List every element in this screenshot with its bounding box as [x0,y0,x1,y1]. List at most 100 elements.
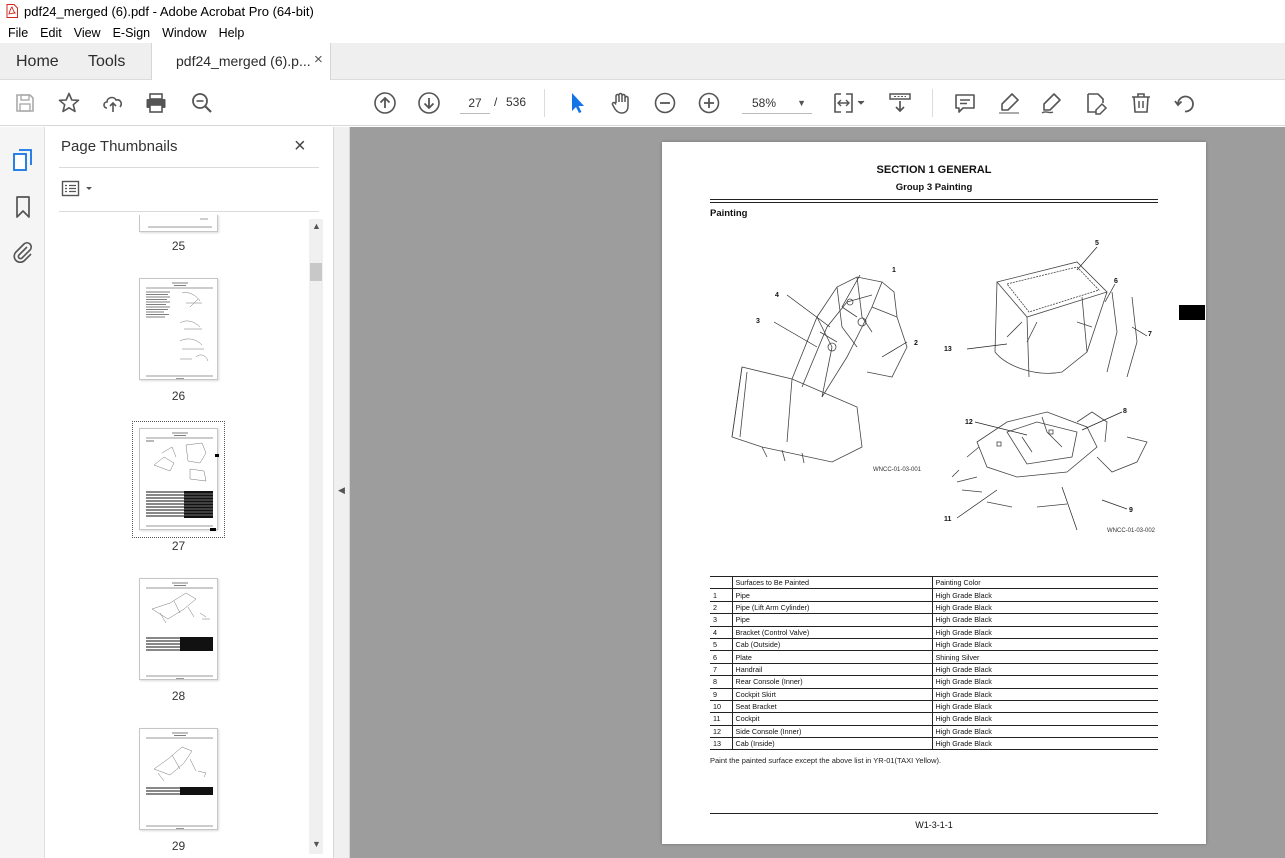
color-cell: High Grade Black [932,737,1158,751]
menu-esign[interactable]: E-Sign [107,26,157,40]
zoom-value: 58% [752,96,777,110]
surface-cell: Pipe [732,613,933,627]
scroll-up-icon[interactable]: ▲ [312,221,321,231]
scroll-thumb[interactable] [310,263,322,281]
draw-icon[interactable] [1040,91,1064,115]
item-number-cell: 1 [710,588,733,602]
thumbnail-label: 28 [171,689,186,703]
print-icon[interactable] [144,91,168,115]
select-cursor-icon[interactable] [565,91,589,115]
thumbnail-label: 29 [171,839,186,853]
callout-12: 12 [965,419,973,426]
color-cell: High Grade Black [932,688,1158,701]
panel-title: Page Thumbnails [61,138,178,155]
delete-icon[interactable] [1129,91,1153,115]
tab-tools[interactable]: Tools [88,43,125,80]
scroll-down-icon[interactable]: ▼ [312,839,321,849]
rotate-icon[interactable] [1173,91,1197,115]
page-down-icon[interactable] [417,91,441,115]
hand-icon[interactable] [609,91,633,115]
star-icon[interactable] [57,91,81,115]
tab-home[interactable]: Home [16,43,59,80]
item-number-cell: 12 [710,725,733,739]
zoom-out-icon[interactable] [653,91,677,115]
divider [59,211,319,212]
callout-3: 3 [756,318,760,325]
item-number-cell: 5 [710,638,733,652]
thumbnail-page-29[interactable] [139,728,218,830]
header-cell [710,575,733,590]
section-heading: Painting [710,208,748,219]
thumbnail-page-25[interactable] [139,215,218,232]
thumbnail-page-28[interactable] [139,578,218,680]
item-number-cell: 4 [710,626,733,639]
table-row: 2 Pipe (Lift Arm Cylinder) High Grade Blac… [710,601,1158,615]
page-edge-marker [1179,305,1205,320]
menu-bar: File Edit View E-Sign Window Help [0,22,1285,43]
tab-document-label: pdf24_merged (6).p... [176,53,311,69]
attachment-icon[interactable] [11,240,35,264]
zoom-search-icon[interactable] [190,91,214,115]
save-icon[interactable] [13,91,37,115]
callout-1: 1 [892,267,896,274]
item-number-cell: 13 [710,737,733,751]
callout-9: 9 [1129,507,1133,514]
table-row: 9 Cockpit Skirt High Grade Black [710,688,1158,701]
panel-collapse-handle[interactable]: ◀ [333,127,350,858]
surface-cell: Cockpit [732,712,933,726]
upload-icon[interactable] [101,91,125,115]
toolbar-divider [544,89,545,117]
color-cell: High Grade Black [932,700,1158,714]
surface-cell: Cab (Inside) [732,737,933,751]
title-rule [710,199,1158,200]
table-row: 11 Cockpit High Grade Black [710,712,1158,726]
pdf-file-icon [6,4,18,18]
section-title: SECTION 1 GENERAL [876,164,992,176]
menu-file[interactable]: File [2,26,34,40]
surface-cell: Seat Bracket [732,700,933,714]
surface-cell: Side Console (Inner) [732,725,933,739]
scroll-mode-icon[interactable] [888,91,912,115]
document-viewer[interactable]: SECTION 1 GENERAL Group 3 Painting Paint… [350,127,1285,858]
comment-icon[interactable] [953,91,977,115]
menu-help[interactable]: Help [213,26,251,40]
item-number-cell: 8 [710,675,733,689]
thumbnails-scrollbar[interactable]: ▲ ▼ [309,219,323,854]
page-thumbnails-icon[interactable] [11,148,35,172]
thumbnail-label: 27 [171,539,186,553]
item-number-cell: 6 [710,650,733,664]
surface-cell: Pipe [732,588,933,602]
thumbnail-label: 25 [171,239,186,253]
close-icon[interactable]: × [294,135,306,158]
surface-cell: Pipe (Lift Arm Cylinder) [732,601,933,615]
thumbnail-page-26[interactable] [139,278,218,380]
page-separator: / [494,95,498,109]
stamp-edit-icon[interactable] [1084,91,1108,115]
toolbar-divider [932,89,933,117]
table-row: 4 Bracket (Control Valve) High Grade Black [710,626,1158,639]
table-row: 12 Side Console (Inner) High Grade Black [710,725,1158,739]
color-cell: High Grade Black [932,712,1158,726]
thumbnail-options-icon[interactable] [61,179,97,199]
close-tab-icon[interactable]: × [314,51,323,68]
thumbnail-page-27[interactable] [139,428,219,531]
item-number-cell: 2 [710,601,733,615]
callout-5: 5 [1095,240,1099,247]
zoom-in-icon[interactable] [697,91,721,115]
tab-document[interactable]: pdf24_merged (6).p... × [151,43,331,81]
painting-table: Surfaces to Be Painted Painting Color 1P… [710,575,1158,751]
highlight-icon[interactable] [997,91,1021,115]
fit-page-icon[interactable] [832,91,868,115]
menu-view[interactable]: View [68,26,107,40]
table-row: 6 Plate Shining Silver [710,650,1158,664]
page-number-input[interactable]: 27 [460,92,490,114]
zoom-select[interactable]: 58% ▼ [742,92,812,114]
item-number-cell: 7 [710,663,733,677]
menu-edit[interactable]: Edit [34,26,68,40]
table-header-row: Surfaces to Be Painted Painting Color [710,575,1158,590]
page-up-icon[interactable] [373,91,397,115]
table-row: 13 Cab (Inside) High Grade Black [710,737,1158,751]
bookmark-icon[interactable] [11,195,35,219]
menu-window[interactable]: Window [156,26,212,40]
thumbnail-label: 26 [171,389,186,403]
